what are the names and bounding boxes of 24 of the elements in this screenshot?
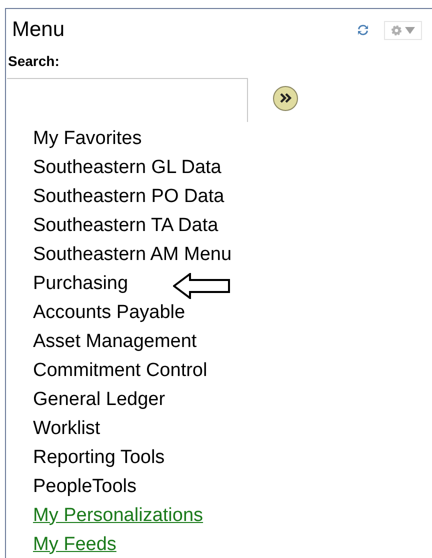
search-go-button[interactable] [273,86,298,110]
menu-item[interactable]: My Favorites [33,128,142,150]
caret-icon [405,26,415,34]
refresh-icon[interactable] [356,23,370,37]
menu-item[interactable]: Accounts Payable [33,302,186,324]
menu-item[interactable]: Reporting Tools [33,446,165,468]
menu-item[interactable]: Southeastern AM Menu [33,244,232,266]
menu-item[interactable]: PeopleTools [33,476,137,498]
settings-icon [391,24,402,36]
menu-item[interactable]: Southeastern PO Data [33,186,224,208]
menu-item[interactable]: Purchasing [33,272,128,294]
menu-item[interactable]: General Ledger [33,388,166,410]
panel-title: Menu [11,17,65,43]
menu-item[interactable]: Commitment Control [33,360,208,382]
menu-link[interactable]: My Feeds [33,534,116,556]
search-field[interactable] [7,78,248,122]
menu-item[interactable]: Southeastern GL Data [33,156,222,178]
menu-item[interactable]: Southeastern TA Data [33,214,218,236]
search-label: Search: [7,52,60,71]
settings-menu-button[interactable] [384,20,422,40]
menu-link[interactable]: My Personalizations [33,504,204,526]
menu-item[interactable]: Worklist [33,418,100,440]
double-chevron-icon [280,93,292,103]
menu-item[interactable]: Asset Management [33,330,197,352]
